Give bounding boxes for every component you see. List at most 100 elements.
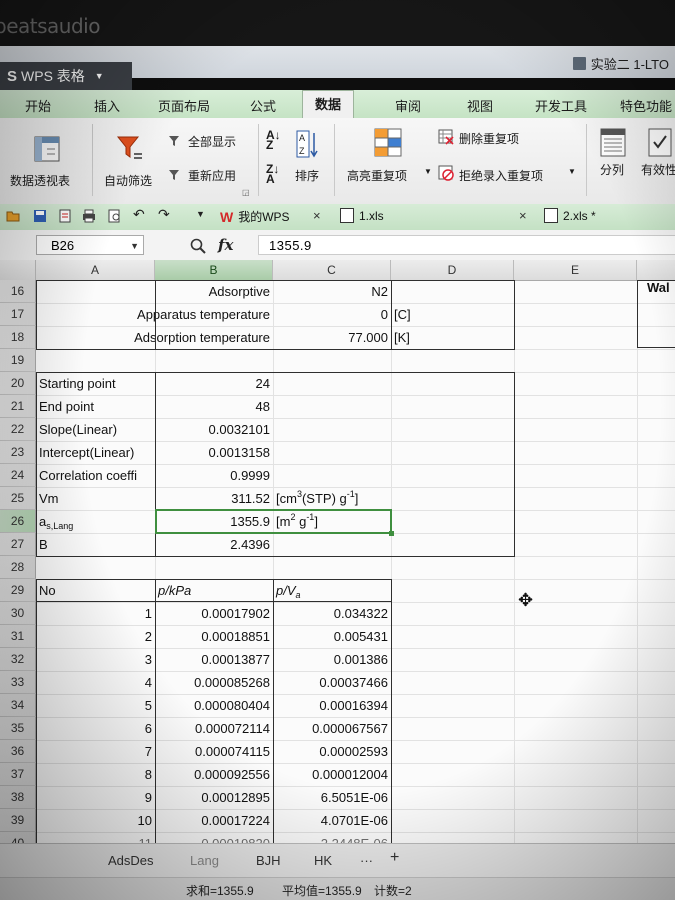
cell-c18[interactable]: 77.000: [273, 326, 391, 349]
insert-function-button[interactable]: fx: [218, 236, 233, 254]
table-cell-p[interactable]: 0.00019820: [155, 832, 273, 843]
tab-home[interactable]: 开始: [25, 96, 51, 115]
cell-b22[interactable]: 0.0032101: [155, 418, 273, 441]
row-header[interactable]: 22: [0, 418, 36, 441]
table-cell-no[interactable]: 4: [36, 671, 155, 694]
table-cell-pv[interactable]: 6.5051E-06: [273, 786, 391, 809]
table-cell-pv[interactable]: 0.005431: [273, 625, 391, 648]
row-header[interactable]: 37: [0, 763, 36, 786]
sheet-tab-lang[interactable]: Lang: [190, 853, 219, 868]
table-cell-no[interactable]: 9: [36, 786, 155, 809]
tab-view[interactable]: 视图: [467, 96, 493, 115]
tab-review[interactable]: 审阅: [395, 96, 421, 115]
table-cell-no[interactable]: 10: [36, 809, 155, 832]
close-tab-icon[interactable]: ×: [313, 208, 321, 223]
auto-filter-button[interactable]: 自动筛选: [104, 172, 152, 189]
cell-a21[interactable]: End point: [36, 395, 155, 418]
row-header[interactable]: 26: [0, 510, 36, 533]
table-cell-p[interactable]: 0.000080404: [155, 694, 273, 717]
chevron-down-icon[interactable]: ▼: [568, 167, 576, 176]
cell-d18[interactable]: [K]: [391, 326, 514, 349]
row-header[interactable]: 21: [0, 395, 36, 418]
row-header[interactable]: 31: [0, 625, 36, 648]
table-cell-pv[interactable]: 0.00002593: [273, 740, 391, 763]
cell-a27[interactable]: B: [36, 533, 155, 556]
cell-c16[interactable]: N2: [273, 280, 391, 303]
sheet-tab-hk[interactable]: HK: [314, 853, 332, 868]
validity-button[interactable]: 有效性: [641, 161, 675, 178]
row-header[interactable]: 27: [0, 533, 36, 556]
column-header-a[interactable]: A: [36, 260, 155, 280]
cell-a29[interactable]: No: [36, 579, 155, 602]
customize-toolbar-icon[interactable]: ▼: [196, 209, 210, 223]
table-cell-no[interactable]: 3: [36, 648, 155, 671]
cell-b27[interactable]: 2.4396: [155, 533, 273, 556]
reject-duplicates-button[interactable]: 拒绝录入重复项: [459, 167, 543, 184]
cell-a22[interactable]: Slope(Linear): [36, 418, 155, 441]
more-sheets-button[interactable]: ···: [360, 853, 373, 868]
row-header[interactable]: 20: [0, 372, 36, 395]
table-cell-pv[interactable]: 0.034322: [273, 602, 391, 625]
doc-tab-file2[interactable]: 2.xls *: [544, 208, 596, 223]
cell-a25[interactable]: Vm: [36, 487, 155, 510]
row-header[interactable]: 35: [0, 717, 36, 740]
row-header[interactable]: 23: [0, 441, 36, 464]
column-header-c[interactable]: C: [273, 260, 391, 280]
export-pdf-icon[interactable]: [58, 209, 72, 223]
row-header[interactable]: 30: [0, 602, 36, 625]
add-sheet-button[interactable]: +: [390, 849, 399, 867]
sort-button[interactable]: 排序: [295, 167, 319, 184]
sort-ascending-icon[interactable]: A↓ Z: [266, 129, 281, 151]
row-header[interactable]: 16: [0, 280, 36, 303]
cell-b17[interactable]: Apparatus temperature: [36, 303, 273, 326]
cell-b20[interactable]: 24: [155, 372, 273, 395]
tab-page-layout[interactable]: 页面布局: [158, 96, 210, 115]
table-cell-pv[interactable]: 0.00037466: [273, 671, 391, 694]
row-header[interactable]: 19: [0, 349, 36, 372]
row-header[interactable]: 29: [0, 579, 36, 602]
save-icon[interactable]: [33, 209, 47, 223]
worksheet-grid[interactable]: A B C D E 16 17 18 19 20 21 22 23 24 25 …: [0, 260, 675, 843]
tab-developer[interactable]: 开发工具: [535, 96, 587, 115]
close-tab-icon[interactable]: ×: [519, 208, 527, 223]
cell-c26[interactable]: [m2 g-1]: [273, 510, 391, 533]
chevron-down-icon[interactable]: ▼: [424, 167, 432, 176]
pivot-table-button[interactable]: 数据透视表: [10, 172, 70, 189]
select-all-corner[interactable]: [0, 260, 36, 280]
tab-formulas[interactable]: 公式: [250, 96, 276, 115]
row-header[interactable]: 39: [0, 809, 36, 832]
cell-a23[interactable]: Intercept(Linear): [36, 441, 155, 464]
row-header[interactable]: 38: [0, 786, 36, 809]
cell-b25[interactable]: 311.52: [155, 487, 273, 510]
cell-b29[interactable]: p/kPa: [155, 579, 273, 602]
cell-a26[interactable]: as,Lang: [36, 510, 155, 533]
table-cell-p[interactable]: 0.000085268: [155, 671, 273, 694]
cell-b21[interactable]: 48: [155, 395, 273, 418]
cell-b23[interactable]: 0.0013158: [155, 441, 273, 464]
table-cell-pv[interactable]: 2.2448E-06: [273, 832, 391, 843]
tab-special[interactable]: 特色功能: [620, 96, 672, 115]
cell-d17[interactable]: [C]: [391, 303, 514, 326]
table-cell-pv[interactable]: 0.00016394: [273, 694, 391, 717]
redo-icon[interactable]: ↷: [158, 206, 172, 222]
row-header[interactable]: 24: [0, 464, 36, 487]
zoom-search-icon[interactable]: [190, 238, 206, 254]
group-expand-icon[interactable]: ◲: [242, 188, 250, 197]
app-menu-button[interactable]: S WPS 表格 ▼: [0, 62, 132, 90]
row-header[interactable]: 36: [0, 740, 36, 763]
table-cell-p[interactable]: 0.00017902: [155, 602, 273, 625]
table-cell-p[interactable]: 0.00013877: [155, 648, 273, 671]
sheet-tab-bjh[interactable]: BJH: [256, 853, 281, 868]
reapply-button[interactable]: 重新应用: [188, 167, 236, 184]
table-cell-no[interactable]: 1: [36, 602, 155, 625]
table-cell-p[interactable]: 0.00018851: [155, 625, 273, 648]
cell-b16[interactable]: Adsorptive: [155, 280, 273, 303]
table-cell-pv[interactable]: 0.000067567: [273, 717, 391, 740]
table-cell-p[interactable]: 0.000074115: [155, 740, 273, 763]
tab-data[interactable]: 数据: [302, 90, 355, 118]
print-icon[interactable]: [82, 209, 96, 223]
table-cell-p[interactable]: 0.00017224: [155, 809, 273, 832]
chevron-down-icon[interactable]: ▼: [130, 236, 139, 256]
show-all-button[interactable]: 全部显示: [188, 133, 236, 150]
column-header-e[interactable]: E: [514, 260, 637, 280]
